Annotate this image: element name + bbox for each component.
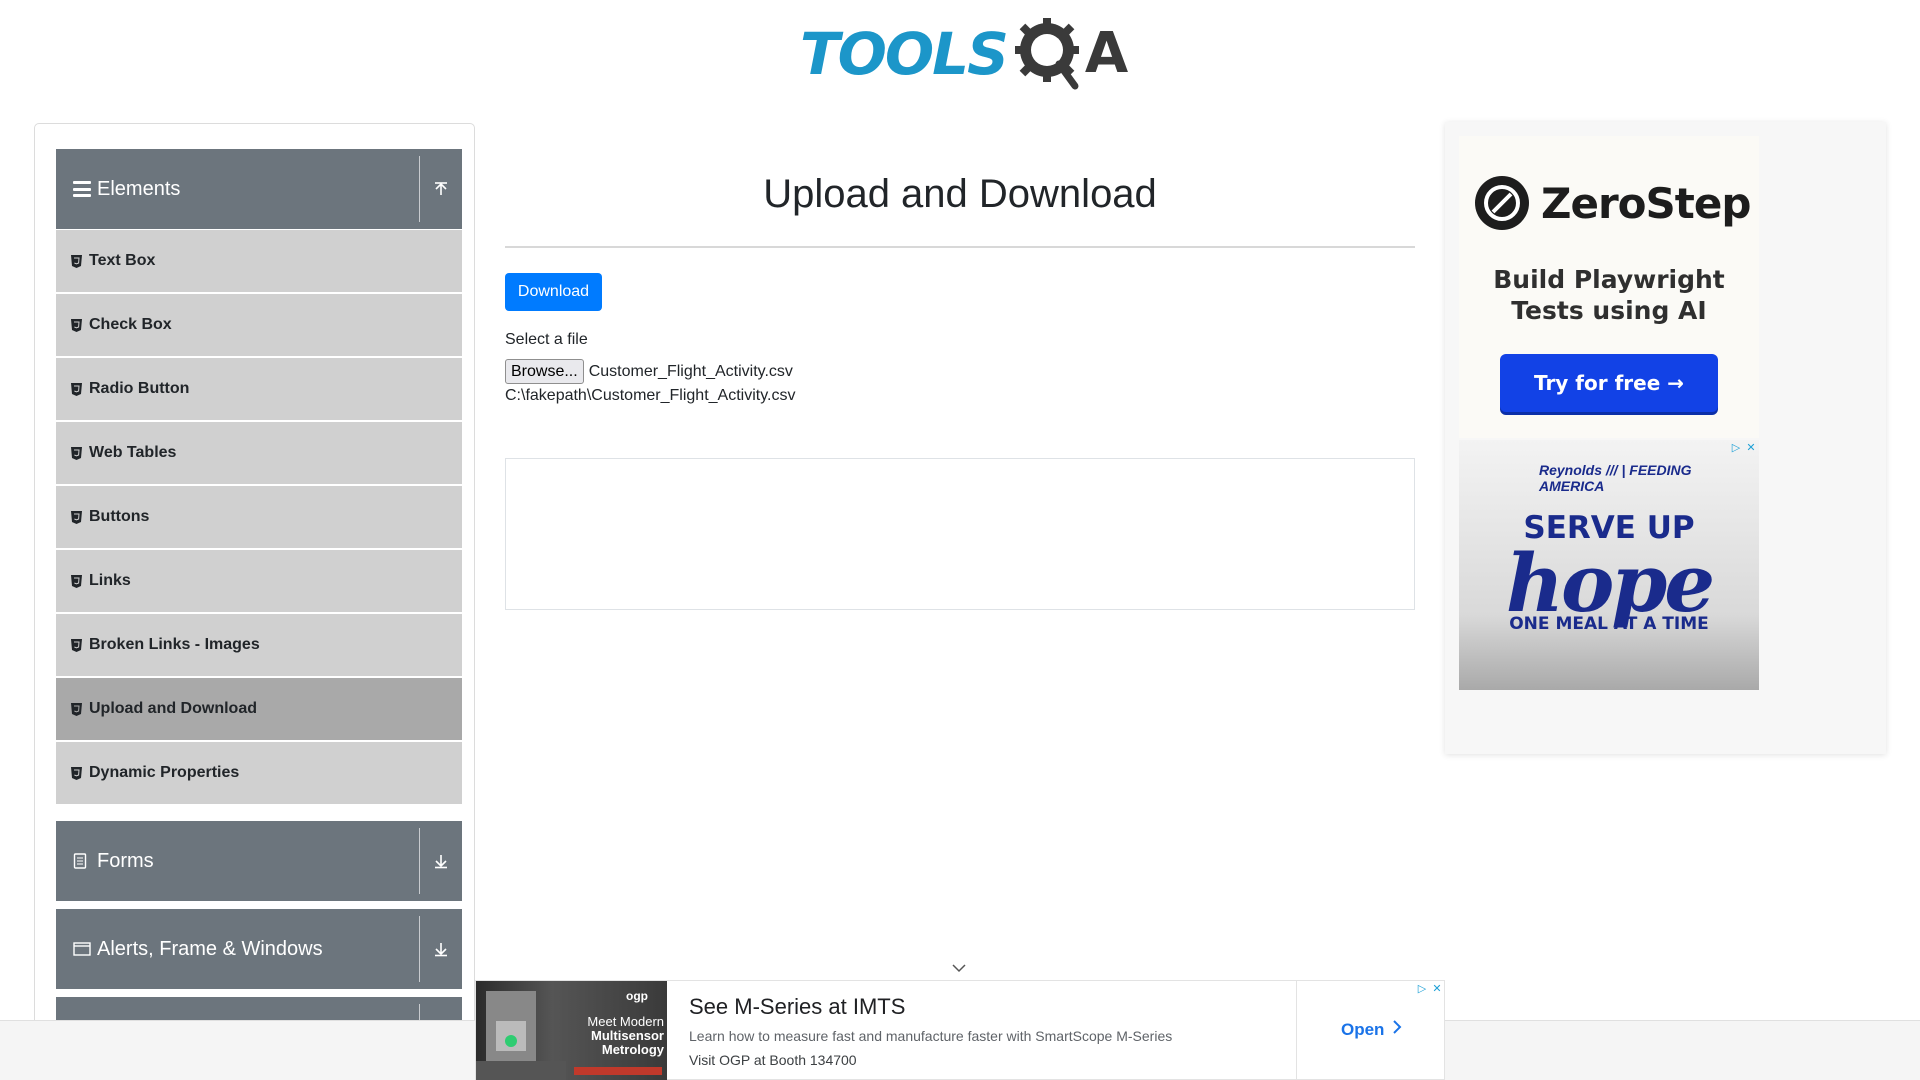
feed-brand: Reynolds /// | FEEDING AMERICA [1539, 462, 1692, 494]
sidebar-item-label: Radio Button [89, 380, 190, 397]
group-header-forms[interactable]: Forms [56, 821, 462, 901]
ad-divider [1296, 981, 1297, 1080]
html5-icon [71, 638, 82, 652]
sidebar-item-text-box[interactable]: Text Box [56, 230, 462, 292]
content-frame [505, 458, 1415, 610]
feeding-america-ad[interactable]: Reynolds /// | FEEDING AMERICA SERVE UP … [1459, 440, 1759, 690]
sidebar-item-label: Links [89, 572, 131, 589]
html5-icon [71, 702, 82, 716]
ad-description: Learn how to measure fast and manufactur… [689, 1028, 1173, 1044]
html5-icon [71, 446, 82, 460]
feed-line-3: ONE MEAL AT A TIME [1509, 614, 1709, 634]
tagline-line-1: Build Playwright [1493, 265, 1725, 294]
ad-image-line-1: Meet Modern [587, 1014, 664, 1029]
sidebar-item-dynamic-properties[interactable]: Dynamic Properties [56, 742, 462, 804]
group-title-alerts: Alerts, Frame & Windows [97, 937, 323, 960]
adchoices-icon[interactable]: ▷ [1729, 441, 1743, 455]
zerostep-tagline: Build Playwright Tests using AI [1459, 264, 1759, 326]
sidebar-item-links[interactable]: Links [56, 550, 462, 612]
ad-image-line-3: Metrology [601, 1042, 664, 1057]
close-ad-icon[interactable]: ✕ [1744, 441, 1758, 455]
html5-icon [71, 766, 82, 780]
collapse-arrow-icon[interactable] [419, 156, 462, 222]
zerostep-ad[interactable]: ZeroStep Build Playwright Tests using AI… [1459, 136, 1759, 438]
toolsqa-logo[interactable]: TOOLS A [800, 16, 1128, 92]
tagline-line-2: Tests using AI [1511, 296, 1707, 325]
group-title-forms: Forms [97, 849, 154, 872]
bottom-advertisement[interactable]: ogp Meet Modern Multisensor Metrology Se… [475, 980, 1445, 1080]
chevron-down-icon[interactable] [951, 961, 967, 973]
sidebar-item-radio-button[interactable]: Radio Button [56, 358, 462, 420]
zerostep-name: ZeroStep [1541, 178, 1751, 228]
browse-button[interactable]: Browse... [505, 359, 584, 384]
ad-image-brand: ogp [626, 989, 648, 1003]
html5-icon [71, 574, 82, 588]
sidebar-item-upload-download[interactable]: Upload and Download [56, 678, 462, 740]
ad-image-line-2: Multisensor [591, 1028, 664, 1043]
selected-file-name: Customer_Flight_Activity.csv [588, 362, 793, 380]
right-advertisement[interactable]: ZeroStep Build Playwright Tests using AI… [1445, 122, 1886, 754]
window-icon [73, 941, 91, 957]
file-upload-input[interactable]: Browse... Customer_Flight_Activity.csv [505, 359, 793, 384]
ad-product-image: ogp Meet Modern Multisensor Metrology [476, 981, 667, 1080]
logo-text: TOOLS [800, 20, 1009, 88]
expand-arrow-icon[interactable] [419, 828, 462, 894]
sidebar-item-label: Text Box [89, 252, 156, 269]
title-divider [505, 246, 1415, 248]
group-header-alerts[interactable]: Alerts, Frame & Windows [56, 909, 462, 989]
document-icon [73, 853, 91, 869]
sidebar-item-buttons[interactable]: Buttons [56, 486, 462, 548]
ad-visit-text: Visit OGP at Booth 134700 [689, 1052, 857, 1068]
html5-icon [71, 510, 82, 524]
logo-suffix: A [1084, 21, 1129, 86]
sidebar-item-check-box[interactable]: Check Box [56, 294, 462, 356]
ad-headline[interactable]: See M-Series at IMTS [689, 994, 905, 1020]
download-button[interactable]: Download [505, 273, 602, 311]
gear-magnifier-icon [1011, 16, 1091, 92]
group-title-elements: Elements [97, 177, 181, 200]
html5-icon [71, 382, 82, 396]
elements-menu-list: Text Box Check Box Radio Button Web Tabl… [56, 230, 462, 806]
sidebar-item-label: Web Tables [89, 444, 177, 461]
hamburger-icon [73, 181, 91, 197]
html5-icon [71, 254, 82, 268]
sidebar-item-label: Dynamic Properties [89, 764, 240, 781]
sidebar-item-broken-links[interactable]: Broken Links - Images [56, 614, 462, 676]
sidebar-item-label: Buttons [89, 508, 150, 525]
sidebar-item-label: Broken Links - Images [89, 636, 260, 653]
close-ad-icon[interactable]: ✕ [1430, 982, 1444, 996]
left-sidebar: Elements Text Box Check Box Radio Button… [34, 123, 475, 1080]
sidebar-item-web-tables[interactable]: Web Tables [56, 422, 462, 484]
zerostep-logo-icon [1475, 176, 1529, 230]
chevron-right-icon [1392, 1019, 1402, 1040]
ad-open-button[interactable]: Open [1341, 1019, 1402, 1040]
group-header-elements[interactable]: Elements [56, 149, 462, 229]
sidebar-item-label: Upload and Download [89, 700, 257, 717]
page-title: Upload and Download [763, 172, 1157, 216]
sidebar-item-label: Check Box [89, 316, 172, 333]
expand-arrow-icon[interactable] [419, 916, 462, 982]
uploaded-file-path: C:\fakepath\Customer_Flight_Activity.csv [505, 387, 796, 404]
select-file-label: Select a file [505, 331, 588, 348]
zerostep-brand: ZeroStep [1475, 176, 1751, 230]
html5-icon [71, 318, 82, 332]
adchoices-icon[interactable]: ▷ [1415, 982, 1429, 996]
ad-open-label: Open [1341, 1019, 1385, 1039]
try-for-free-button[interactable]: Try for free → [1500, 354, 1718, 412]
ad-image-text: Meet Modern Multisensor Metrology [568, 1015, 664, 1057]
